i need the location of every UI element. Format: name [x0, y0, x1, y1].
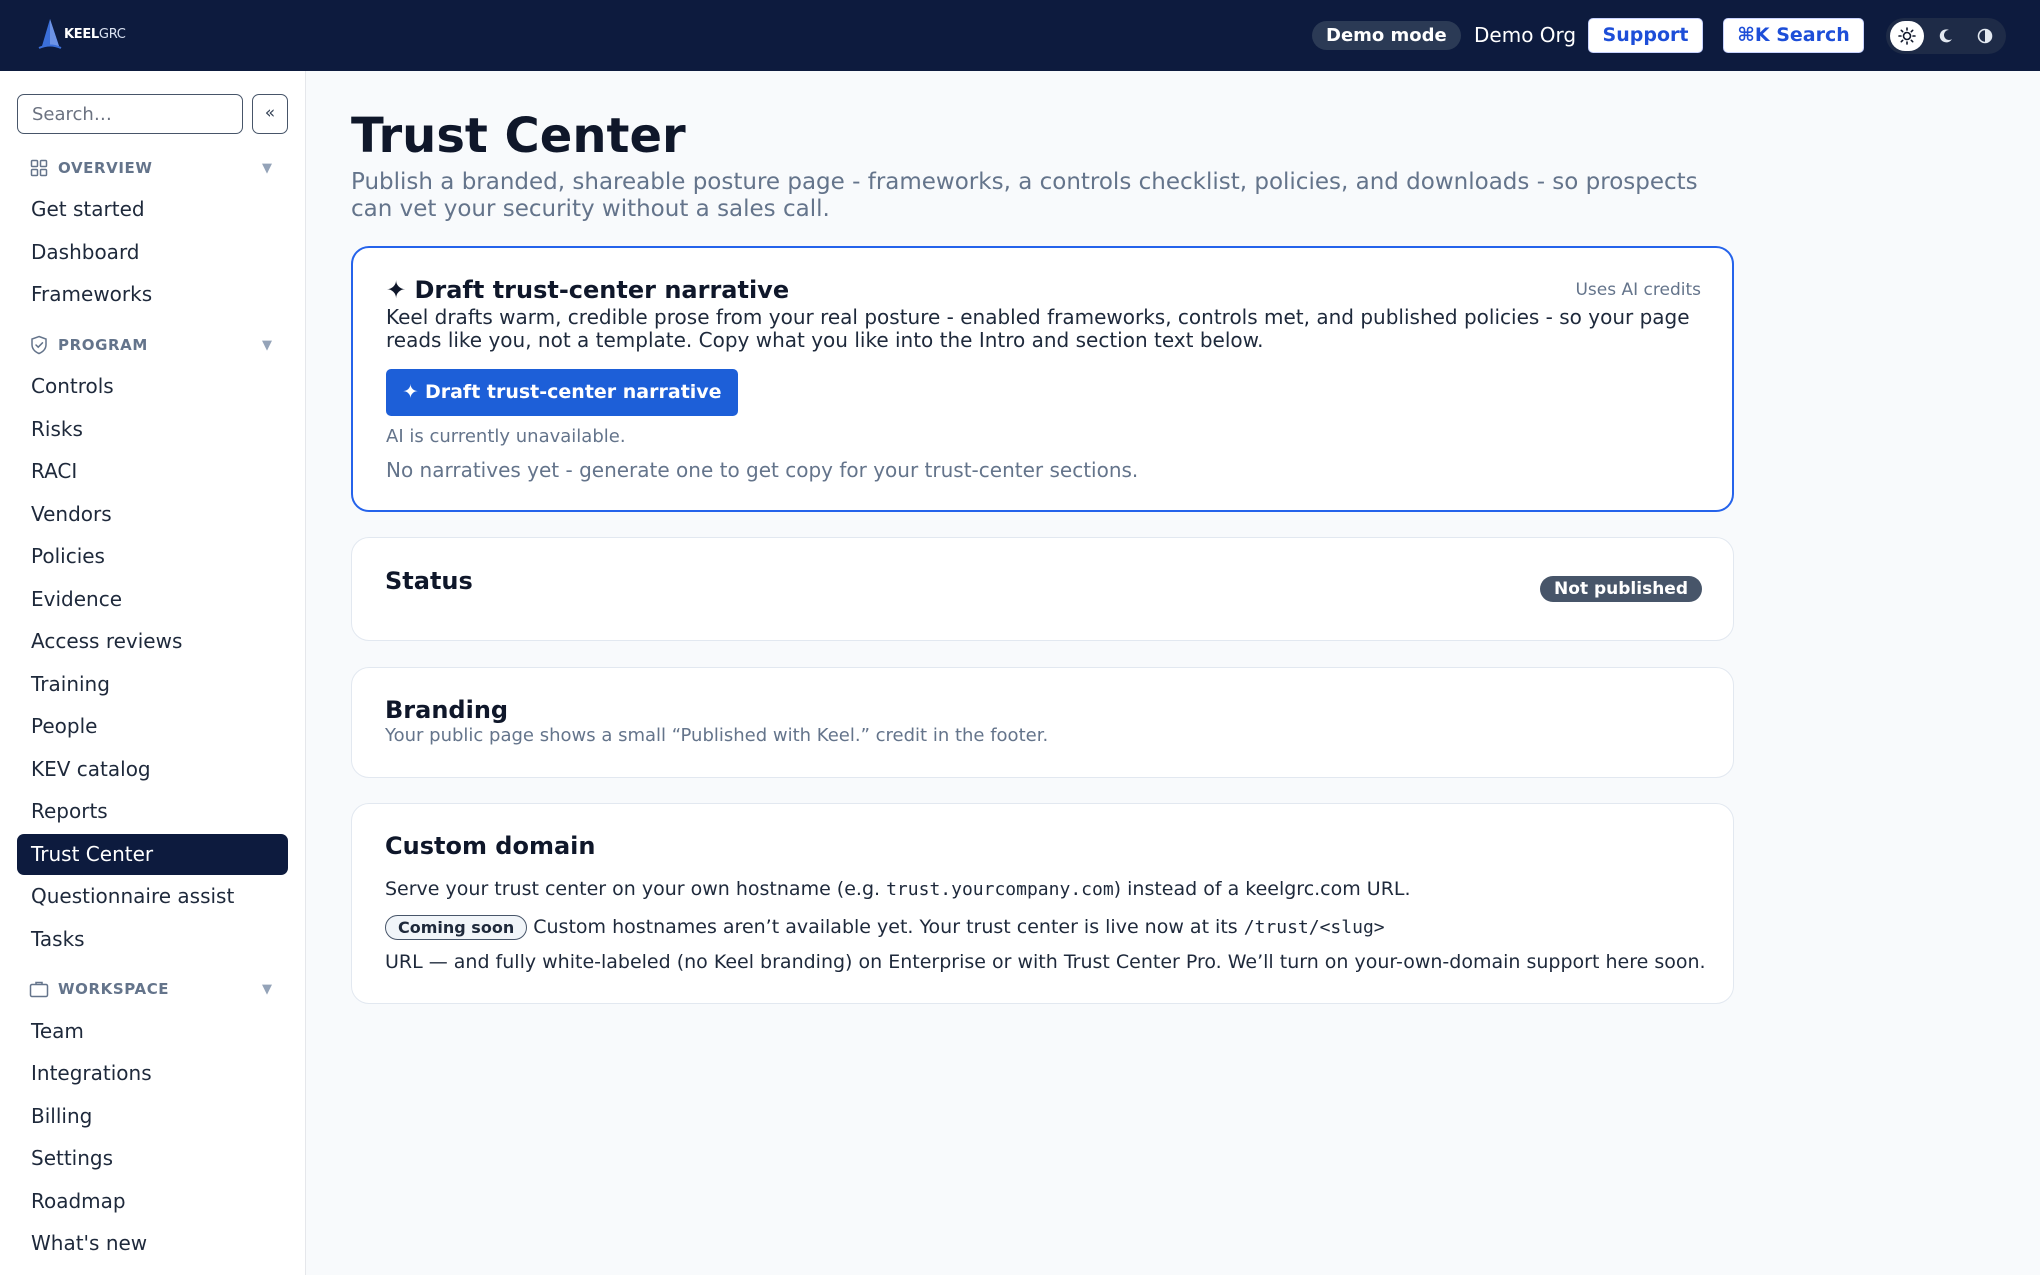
sun-icon [1898, 27, 1916, 45]
sidebar-item-get-started[interactable]: Get started [17, 189, 288, 230]
theme-toggle [1886, 18, 2006, 54]
grid-icon [28, 157, 50, 179]
sidebar-item-billing[interactable]: Billing [17, 1096, 288, 1137]
logo[interactable]: KEELGRC [38, 18, 126, 50]
ai-narrative-card: ✦ Draft trust-center narrative Uses AI c… [351, 246, 1734, 512]
sidebar-item-dashboard[interactable]: Dashboard [17, 232, 288, 273]
custom-domain-title: Custom domain [385, 832, 596, 860]
section-workspace[interactable]: WORKSPACE ▼ [28, 977, 282, 1001]
theme-light-button[interactable] [1890, 21, 1924, 51]
theme-dark-button[interactable] [1929, 21, 1963, 51]
ai-credits-label: Uses AI credits [1575, 280, 1701, 300]
sail-logo-icon [38, 19, 62, 49]
status-badge: Not published [1540, 576, 1702, 602]
sidebar-item-settings[interactable]: Settings [17, 1138, 288, 1179]
status-title: Status [385, 567, 473, 595]
briefcase-icon [28, 978, 50, 1000]
custom-domain-description: Serve your trust center on your own host… [385, 878, 1411, 900]
sidebar-item-training[interactable]: Training [17, 664, 288, 705]
shield-icon [28, 334, 50, 356]
coming-soon-badge: Coming soon [385, 915, 528, 940]
sidebar-item-reports[interactable]: Reports [17, 791, 288, 832]
command-search-button[interactable]: ⌘K Search [1723, 18, 1864, 53]
sidebar-item-kev-catalog[interactable]: KEV catalog [17, 749, 288, 790]
logo-text: KEELGRC [64, 26, 126, 42]
sidebar-item-risks[interactable]: Risks [17, 409, 288, 450]
ai-unavailable-note: AI is currently unavailable. [386, 426, 626, 447]
sidebar-item-controls[interactable]: Controls [17, 366, 288, 407]
example-hostname: trust.yourcompany.com [886, 879, 1114, 900]
page-title: Trust Center [351, 108, 686, 164]
chevron-down-icon: ▼ [262, 337, 272, 353]
sidebar-item-vendors[interactable]: Vendors [17, 494, 288, 535]
sidebar-item-trust-center[interactable]: Trust Center [17, 834, 288, 875]
org-name[interactable]: Demo Org [1474, 22, 1576, 48]
trust-path: /trust/<slug> [1243, 917, 1385, 938]
sidebar-item-roadmap[interactable]: Roadmap [17, 1181, 288, 1222]
sidebar-item-raci[interactable]: RACI [17, 451, 288, 492]
moon-icon [1939, 29, 1952, 43]
custom-domain-notice-continued: URL — and fully white-labeled (no Keel b… [385, 951, 1706, 973]
status-card: Status Not published [351, 537, 1734, 641]
sidebar-item-team[interactable]: Team [17, 1011, 288, 1052]
ai-card-description: Keel drafts warm, credible prose from yo… [386, 305, 1690, 352]
custom-domain-card: Custom domain Serve your trust center on… [351, 803, 1734, 1004]
demo-mode-badge: Demo mode [1312, 21, 1461, 50]
custom-domain-notice: Coming soon Custom hostnames aren’t avai… [385, 915, 1385, 940]
section-label: PROGRAM [58, 336, 148, 354]
narratives-empty-state: No narratives yet - generate one to get … [386, 458, 1139, 482]
sidebar-search-input[interactable] [17, 94, 243, 134]
sidebar: « OVERVIEW ▼ Get started Dashboard Frame… [0, 71, 306, 1275]
sidebar-item-policies[interactable]: Policies [17, 536, 288, 577]
sidebar-item-questionnaire-assist[interactable]: Questionnaire assist [17, 876, 288, 917]
sidebar-item-whats-new[interactable]: What's new [17, 1223, 288, 1264]
page-subtitle: Publish a branded, shareable posture pag… [351, 169, 1698, 222]
collapse-sidebar-button[interactable]: « [252, 94, 288, 134]
support-button[interactable]: Support [1588, 18, 1703, 53]
theme-contrast-button[interactable] [1968, 21, 2002, 51]
section-program[interactable]: PROGRAM ▼ [28, 333, 282, 357]
branding-title: Branding [385, 696, 509, 724]
chevron-down-icon: ▼ [262, 160, 272, 176]
sidebar-item-people[interactable]: People [17, 706, 288, 747]
branding-card: Branding Your public page shows a small … [351, 667, 1734, 778]
branding-description: Your public page shows a small “Publishe… [385, 725, 1049, 746]
ai-card-title: ✦ Draft trust-center narrative [386, 276, 790, 304]
top-bar: KEELGRC Demo mode Demo Org Support ⌘K Se… [0, 0, 2040, 71]
draft-narrative-button[interactable]: ✦ Draft trust-center narrative [386, 369, 738, 416]
sidebar-item-access-reviews[interactable]: Access reviews [17, 621, 288, 662]
section-overview[interactable]: OVERVIEW ▼ [28, 156, 282, 180]
sidebar-item-frameworks[interactable]: Frameworks [17, 274, 288, 315]
section-label: OVERVIEW [58, 159, 153, 177]
chevron-down-icon: ▼ [262, 981, 272, 997]
section-label: WORKSPACE [58, 980, 170, 998]
sidebar-item-evidence[interactable]: Evidence [17, 579, 288, 620]
sidebar-item-tasks[interactable]: Tasks [17, 919, 288, 960]
contrast-icon [1977, 28, 1993, 44]
sidebar-item-integrations[interactable]: Integrations [17, 1053, 288, 1094]
